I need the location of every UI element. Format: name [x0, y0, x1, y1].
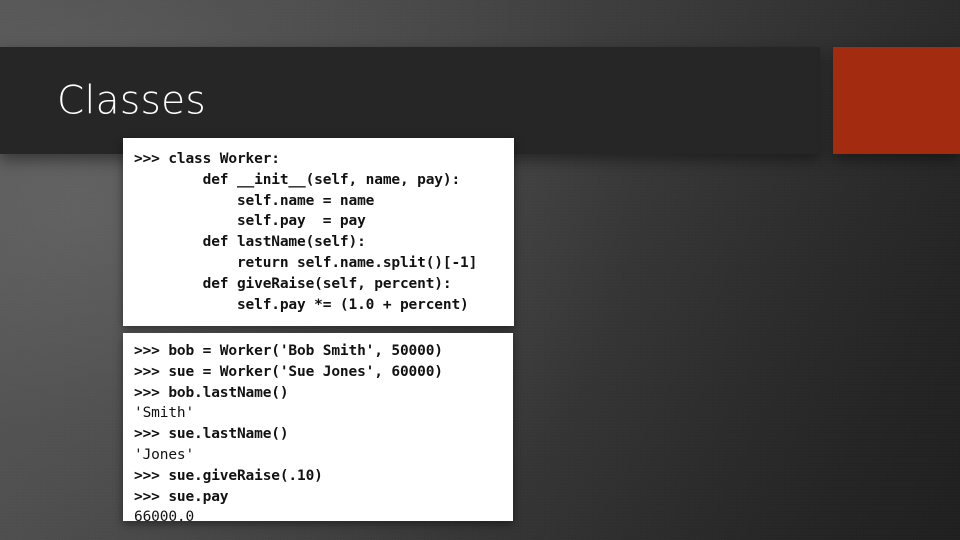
code-line: >>> bob.lastName(): [134, 384, 289, 401]
code-block-interactive-session: >>> bob = Worker('Bob Smith', 50000) >>> …: [123, 333, 513, 521]
code-line: self.name = name: [134, 192, 375, 209]
code-line: >>> class Worker:: [134, 151, 280, 167]
code-line: def lastName(self):: [134, 234, 366, 251]
code-line: >>> sue.giveRaise(.10): [134, 467, 323, 484]
code-line: 66000.0: [134, 509, 195, 521]
page-title: Classes: [57, 78, 207, 123]
code-line: >>> bob = Worker('Bob Smith', 50000): [134, 343, 443, 359]
presentation-slide: Classes >>> class Worker: def __init__(s…: [0, 0, 960, 540]
code-line: >>> sue = Worker('Sue Jones', 60000): [134, 363, 443, 380]
code-line: >>> sue.lastName(): [134, 426, 289, 443]
code-line: self.pay *= (1.0 + percent): [134, 296, 469, 313]
code-line: def __init__(self, name, pay):: [134, 171, 461, 188]
code-line: return self.name.split()[-1]: [134, 254, 478, 271]
code-line: def giveRaise(self, percent):: [134, 275, 452, 292]
code-line: 'Jones': [134, 446, 195, 463]
code-line: self.pay = pay: [134, 213, 366, 230]
code-line: 'Smith': [134, 405, 195, 422]
code-block-class-definition: >>> class Worker: def __init__(self, nam…: [123, 138, 514, 326]
accent-block: [833, 47, 960, 154]
code-line: >>> sue.pay: [134, 488, 229, 505]
